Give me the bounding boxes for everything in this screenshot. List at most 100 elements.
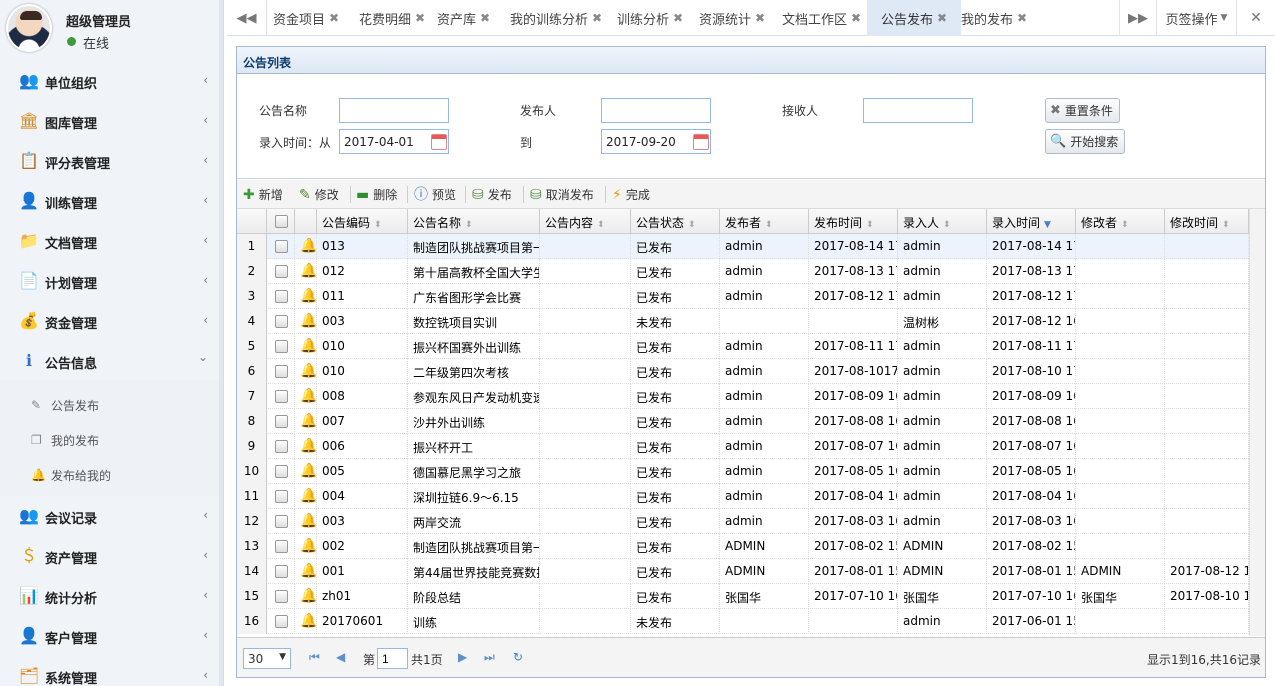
tab-2[interactable]: 花费明细 ✖	[359, 0, 429, 36]
table-row[interactable]: 3 🔔 011 广东省图形学会比赛 已发布 admin 2017-08-12 17: admi…	[237, 284, 1249, 309]
column-header[interactable]: 发布时间 ⬍	[809, 209, 898, 234]
table-row[interactable]: 1 🔔 013 制造团队挑战赛项目第一 已发布 admin 2017-08-14 17: ad…	[237, 234, 1249, 259]
submenu-item-3[interactable]: 🔔 发布给我的	[0, 457, 223, 492]
row-checkbox[interactable]	[275, 465, 288, 478]
checkbox-header[interactable]	[267, 209, 295, 234]
column-header[interactable]: 修改者 ⬍	[1076, 209, 1165, 234]
close-icon[interactable]: ✖	[329, 11, 339, 25]
row-checkbox[interactable]	[275, 590, 288, 603]
close-icon[interactable]: ✖	[851, 11, 861, 25]
unpublish-button[interactable]: ⛁ 取消发布	[530, 184, 594, 205]
table-row[interactable]: 16 🔔 20170601 训练 未发布 admin 2017-06-01 15:	[237, 609, 1249, 634]
row-checkbox[interactable]	[275, 340, 288, 353]
calendar-icon[interactable]	[431, 134, 447, 150]
complete-button[interactable]: ⚡ 完成	[612, 184, 650, 205]
tab-4[interactable]: 我的训练分析 ✖	[510, 0, 609, 36]
table-row[interactable]: 8 🔔 007 沙井外出训练 已发布 admin 2017-08-08 16: admin 20…	[237, 409, 1249, 434]
name-input[interactable]	[339, 98, 449, 123]
publisher-input[interactable]	[601, 98, 711, 123]
row-checkbox[interactable]	[275, 415, 288, 428]
grid-scrollbar[interactable]	[1249, 209, 1265, 636]
sidebar-scrollbar[interactable]	[219, 0, 223, 686]
submenu-item-2[interactable]: ❐ 我的发布	[0, 422, 223, 457]
sidebar-item-9[interactable]: 👥 会议记录 ‹	[0, 496, 223, 536]
row-checkbox[interactable]	[275, 490, 288, 503]
page-size-select[interactable]: 30 ▼	[243, 648, 291, 669]
column-header[interactable]: 公告编码 ⬍	[317, 209, 408, 234]
tab-7[interactable]: 文档工作区 ✖	[782, 0, 865, 36]
column-header[interactable]: 录入时间 ▼	[987, 209, 1076, 234]
table-row[interactable]: 5 🔔 010 振兴杯国赛外出训练 已发布 admin 2017-08-11 17: admi…	[237, 334, 1249, 359]
sidebar-item-10[interactable]: ＄ 资产管理 ‹	[0, 536, 223, 576]
sidebar-item-12[interactable]: 👤 客户管理 ‹	[0, 616, 223, 656]
table-row[interactable]: 9 🔔 006 振兴杯开工 已发布 admin 2017-08-07 16: admin 201…	[237, 434, 1249, 459]
row-checkbox[interactable]	[275, 440, 288, 453]
tab-6[interactable]: 资源统计 ✖	[699, 0, 774, 36]
table-row[interactable]: 14 🔔 001 第44届世界技能竞赛数控 已发布 ADMIN 2017-08-01 15:…	[237, 559, 1249, 584]
calendar-icon[interactable]	[693, 134, 709, 150]
column-header[interactable]: 公告状态 ⬍	[631, 209, 720, 234]
row-checkbox[interactable]	[275, 565, 288, 578]
select-all-checkbox[interactable]	[275, 215, 288, 228]
sidebar-item-4[interactable]: 👤 训练管理 ‹	[0, 181, 223, 221]
sidebar-item-5[interactable]: 📁 文档管理 ‹	[0, 221, 223, 261]
column-header[interactable]: 录入人 ⬍	[898, 209, 987, 234]
reset-button[interactable]: ✖ 重置条件	[1045, 98, 1120, 123]
table-row[interactable]: 13 🔔 002 制造团队挑战赛项目第一 已发布 ADMIN 2017-08-02 15: A…	[237, 534, 1249, 559]
tab-8[interactable]: 公告发布 ✖	[867, 0, 961, 36]
close-icon[interactable]: ✖	[937, 11, 947, 25]
row-checkbox[interactable]	[275, 290, 288, 303]
column-header[interactable]: 修改时间 ⬍	[1165, 209, 1249, 234]
receiver-input[interactable]	[863, 98, 973, 123]
prev-page-icon[interactable]: ◀	[336, 650, 345, 664]
add-button[interactable]: ✚ 新增	[243, 184, 283, 205]
column-header[interactable]: 发布者 ⬍	[720, 209, 809, 234]
table-row[interactable]: 11 🔔 004 深圳拉链6.9～6.15 已发布 admin 2017-08-04 16:…	[237, 484, 1249, 509]
close-icon[interactable]: ✖	[480, 11, 490, 25]
row-checkbox[interactable]	[275, 265, 288, 278]
table-row[interactable]: 10 🔔 005 德国慕尼黑学习之旅 已发布 admin 2017-08-05 16: adm…	[237, 459, 1249, 484]
tab-5[interactable]: 训练分析 ✖	[617, 0, 691, 36]
refresh-icon[interactable]: ↻	[513, 650, 523, 664]
first-page-icon[interactable]: ⏮	[309, 650, 320, 665]
table-row[interactable]: 4 🔔 003 数控铣项目实训 未发布 温树彬 2017-08-12 16:	[237, 309, 1249, 334]
column-header[interactable]: 公告名称 ⬍	[408, 209, 540, 234]
sidebar-item-13[interactable]: 🗂 系统管理 ‹	[0, 656, 223, 686]
tab-3[interactable]: 资产库 ✖	[437, 0, 502, 36]
sidebar-item-1[interactable]: 👥 单位组织 ‹	[0, 61, 223, 101]
row-number-header[interactable]	[237, 209, 267, 234]
close-icon[interactable]: ✖	[592, 11, 602, 25]
sidebar-item-8[interactable]: ℹ 公告信息 ⌄	[0, 341, 223, 381]
table-row[interactable]: 15 🔔 zh01 阶段总结 已发布 张国华 2017-07-10 16: 张国华 2017-0…	[237, 584, 1249, 609]
page-ops-dropdown[interactable]: 页签操作 ▼	[1157, 0, 1237, 36]
edit-button[interactable]: ✎ 修改	[299, 184, 339, 205]
tab-9[interactable]: 我的发布 ✖	[961, 0, 1031, 36]
fullscreen-button[interactable]: ✕	[1237, 0, 1275, 36]
submenu-item-1[interactable]: ✎ 公告发布	[0, 387, 223, 422]
row-checkbox[interactable]	[275, 390, 288, 403]
preview-button[interactable]: ⓘ 预览	[414, 184, 456, 205]
close-icon[interactable]: ✖	[1017, 11, 1027, 25]
tab-scroll-left-button[interactable]: ◀◀	[227, 0, 267, 36]
tab-1[interactable]: 资金项目 ✖	[273, 0, 351, 36]
sidebar-item-11[interactable]: 📊 统计分析 ‹	[0, 576, 223, 616]
sidebar-item-7[interactable]: 💰 资金管理 ‹	[0, 301, 223, 341]
row-checkbox[interactable]	[275, 515, 288, 528]
next-page-icon[interactable]: ▶	[458, 650, 467, 664]
sidebar-item-2[interactable]: 🏛 图库管理 ‹	[0, 101, 223, 141]
sidebar-item-6[interactable]: 📄 计划管理 ‹	[0, 261, 223, 301]
icon-header[interactable]	[295, 209, 317, 234]
row-checkbox[interactable]	[275, 615, 288, 628]
close-icon[interactable]: ✖	[415, 11, 425, 25]
row-checkbox[interactable]	[275, 540, 288, 553]
search-button[interactable]: 🔍 开始搜索	[1045, 129, 1126, 154]
row-checkbox[interactable]	[275, 365, 288, 378]
table-row[interactable]: 2 🔔 012 第十届高教杯全国大学生 已发布 admin 2017-08-13 17: ad…	[237, 259, 1249, 284]
delete-button[interactable]: ▬ 删除	[356, 184, 397, 205]
column-header[interactable]: 公告内容 ⬍	[540, 209, 631, 234]
close-icon[interactable]: ✖	[755, 11, 765, 25]
tab-scroll-right-button[interactable]: ▶▶	[1119, 0, 1157, 36]
table-row[interactable]: 6🔔010二年级第四次考核已发布admin2017-08-1017:(admin…	[237, 359, 1249, 384]
last-page-icon[interactable]: ⏭	[484, 650, 495, 665]
table-row[interactable]: 7 🔔 008 参观东风日产发动机变速 已发布 admin 2017-08-09 16: ad…	[237, 384, 1249, 409]
